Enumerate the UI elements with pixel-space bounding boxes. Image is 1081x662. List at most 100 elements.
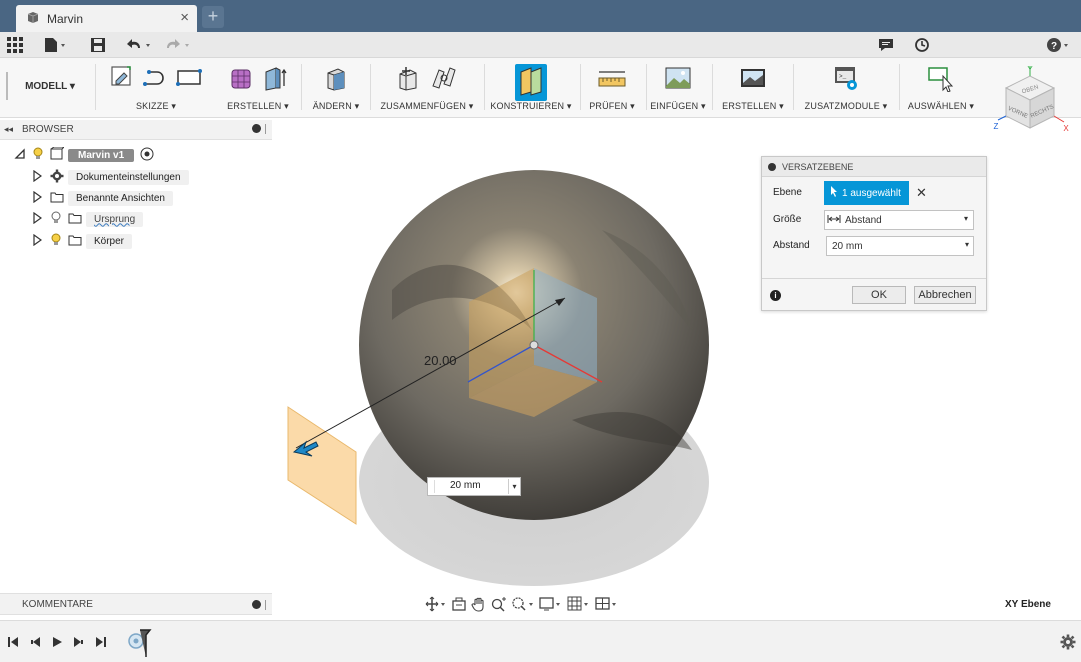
expand-triangle-icon[interactable] xyxy=(32,211,43,227)
job-status-icon[interactable] xyxy=(914,36,930,54)
cancel-button[interactable]: Abbrechen xyxy=(914,286,976,304)
tree-root[interactable]: Marvin v1 xyxy=(14,145,154,165)
offset-plane-dialog[interactable]: VERSATZEBENE Ebene 1 ausgewählt ✕ Größe … xyxy=(761,156,987,311)
extrude-icon[interactable] xyxy=(262,64,288,95)
ribbon-group-erstellen[interactable]: ERSTELLEN ▾ xyxy=(220,58,296,116)
add-comment-icon[interactable] xyxy=(252,600,261,609)
tree-item-koerper[interactable]: Körper xyxy=(32,231,133,251)
expand-triangle-icon[interactable] xyxy=(32,190,43,206)
ribbon-group-skizze[interactable]: SKIZZE ▾ xyxy=(100,58,212,116)
info-icon[interactable]: i xyxy=(770,290,781,301)
size-type-select[interactable]: Abstand ▾ xyxy=(824,210,974,230)
app-grid-icon[interactable] xyxy=(7,36,23,54)
lightbulb-off-icon[interactable] xyxy=(50,211,62,228)
distance-input[interactable]: 20 mm ▾ xyxy=(826,236,974,256)
dimension-input-box[interactable]: 20 mm ▾ xyxy=(427,477,521,496)
comment-icon[interactable] xyxy=(878,36,894,54)
ribbon-group-zusammenfuegen[interactable]: ZUSAMMENFÜGEN ▾ xyxy=(374,58,480,116)
ribbon-group-konstruieren[interactable]: KONSTRUIEREN ▾ xyxy=(486,58,576,116)
ribbon-divider xyxy=(301,64,302,110)
browser-pin-icon[interactable] xyxy=(265,124,266,134)
ribbon-group-pruefen[interactable]: PRÜFEN ▾ xyxy=(582,58,642,116)
expand-triangle-icon[interactable] xyxy=(32,233,43,249)
go-to-end-icon[interactable] xyxy=(95,636,107,651)
origin-point[interactable] xyxy=(529,340,539,350)
ribbon-group-einfuegen[interactable]: EINFÜGEN ▾ xyxy=(648,58,708,116)
render-icon[interactable] xyxy=(739,64,767,95)
help-icon[interactable]: ? xyxy=(1046,36,1072,54)
play-icon[interactable] xyxy=(51,636,63,651)
browser-header[interactable]: ◂◂ BROWSER xyxy=(0,120,272,140)
tab-close-button[interactable]: × xyxy=(180,9,189,26)
ribbon-group-zusatzmodule[interactable]: >_ ZUSATZMODULE ▾ xyxy=(798,58,894,116)
gear-icon xyxy=(50,169,64,186)
chevron-down-icon: ▾ xyxy=(963,214,968,223)
comments-title: KOMMENTARE xyxy=(22,599,93,610)
zoom-window-icon[interactable] xyxy=(511,596,535,615)
browser-minimize-icon[interactable] xyxy=(252,124,261,133)
ok-button[interactable]: OK xyxy=(852,286,906,304)
offset-plane-preview[interactable] xyxy=(287,406,357,525)
expand-triangle-icon[interactable] xyxy=(32,169,43,185)
timeline-settings-gear-icon[interactable] xyxy=(1060,634,1076,653)
select-icon[interactable] xyxy=(926,64,956,95)
create-form-icon[interactable] xyxy=(228,64,256,95)
chevron-down-icon[interactable]: ▾ xyxy=(965,240,969,249)
dimension-dropdown-arrow[interactable]: ▾ xyxy=(508,479,520,494)
press-pull-icon[interactable] xyxy=(322,64,350,95)
zoom-icon[interactable] xyxy=(491,596,507,615)
collapse-arrows-icon[interactable]: ◂◂ xyxy=(4,124,13,135)
pan-hand-icon[interactable] xyxy=(471,596,487,615)
rectangle-icon[interactable] xyxy=(175,64,203,93)
go-to-start-icon[interactable] xyxy=(7,636,19,651)
save-icon[interactable] xyxy=(90,36,106,54)
insert-image-icon[interactable] xyxy=(664,64,692,95)
scripts-addins-icon[interactable]: >_ xyxy=(831,64,861,95)
tree-item-dokumenteinstellungen[interactable]: Dokumenteinstellungen xyxy=(32,167,189,187)
step-forward-icon[interactable] xyxy=(72,636,84,651)
lightbulb-icon[interactable] xyxy=(32,147,44,164)
timeline-marker[interactable] xyxy=(126,627,156,662)
clear-selection-icon[interactable]: ✕ xyxy=(916,185,927,201)
create-sketch-icon[interactable] xyxy=(109,64,135,93)
collapse-triangle-icon[interactable] xyxy=(14,147,26,163)
orbit-icon[interactable] xyxy=(425,596,447,615)
distance-input-value[interactable]: 20 mm xyxy=(832,241,863,252)
svg-text:?: ? xyxy=(1051,41,1057,52)
measure-icon[interactable] xyxy=(597,64,627,95)
grid-settings-icon[interactable] xyxy=(567,596,591,615)
offset-plane-icon[interactable] xyxy=(515,64,547,101)
ribbon-toolbar: MODELL ▾ SKIZZE ▾ ERSTELLEN ▾ ÄNDERN ▾ Z… xyxy=(0,58,1081,118)
comments-pin-icon[interactable] xyxy=(265,600,266,610)
lightbulb-icon[interactable] xyxy=(50,233,62,250)
dialog-collapse-icon[interactable] xyxy=(768,162,776,171)
redo-icon[interactable] xyxy=(165,36,195,54)
viewports-icon[interactable] xyxy=(595,596,619,615)
plane-selection-button[interactable]: 1 ausgewählt xyxy=(824,181,909,205)
folder-icon xyxy=(68,212,82,227)
dimension-input-value[interactable]: 20 mm xyxy=(450,480,481,491)
root-component-label[interactable]: Marvin v1 xyxy=(68,148,135,162)
ribbon-group-auswaehlen[interactable]: AUSWÄHLEN ▾ xyxy=(902,58,980,116)
ribbon-group-aendern[interactable]: ÄNDERN ▾ xyxy=(306,58,366,116)
line-icon[interactable] xyxy=(141,64,169,93)
dimension-value-label[interactable]: 20.00 xyxy=(424,353,457,368)
joint-icon[interactable] xyxy=(430,64,458,95)
current-plane-label: XY Ebene xyxy=(1005,599,1051,610)
workspace-switcher[interactable]: MODELL ▾ xyxy=(8,76,92,98)
file-menu-icon[interactable] xyxy=(44,36,68,54)
step-back-icon[interactable] xyxy=(30,636,42,651)
ribbon-group-erstellen-2[interactable]: ERSTELLEN ▾ xyxy=(716,58,790,116)
dialog-header[interactable]: VERSATZEBENE xyxy=(762,157,986,177)
display-settings-icon[interactable] xyxy=(539,596,563,615)
comments-panel-header[interactable]: KOMMENTARE xyxy=(0,593,272,615)
new-component-icon[interactable] xyxy=(396,64,424,95)
tree-item-ursprung[interactable]: Ursprung xyxy=(32,209,144,229)
document-cube-icon xyxy=(26,11,40,24)
new-tab-button[interactable]: + xyxy=(202,6,224,28)
document-tab[interactable]: Marvin × xyxy=(16,5,197,32)
look-at-icon[interactable] xyxy=(451,596,467,615)
activate-radio-icon[interactable] xyxy=(140,147,154,164)
tree-item-benannte-ansichten[interactable]: Benannte Ansichten xyxy=(32,188,173,208)
undo-icon[interactable] xyxy=(126,36,156,54)
